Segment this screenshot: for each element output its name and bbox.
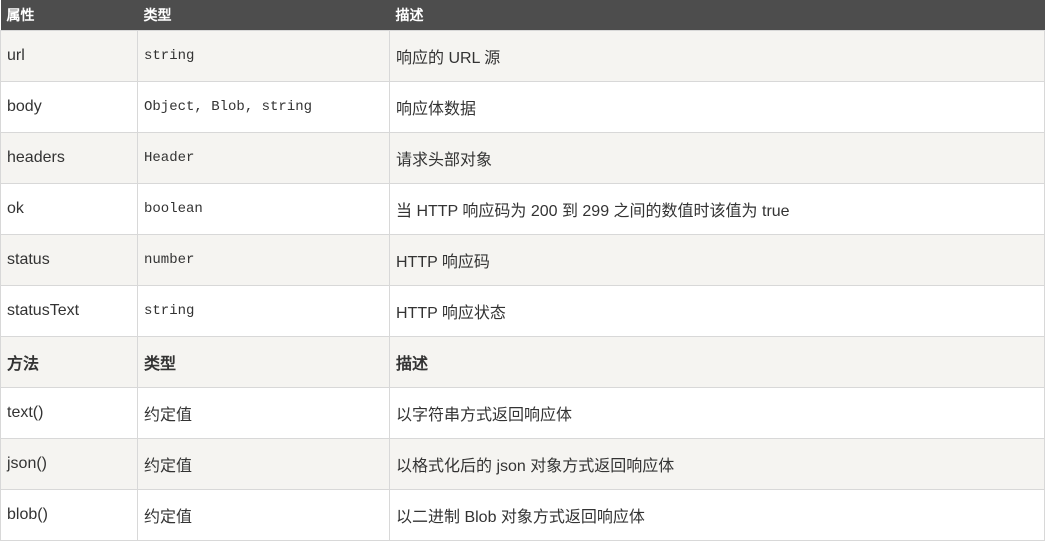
property-name: url — [0, 30, 138, 82]
table-row: blob() 约定值 以二进制 Blob 对象方式返回响应体 — [0, 489, 1045, 541]
header-description: 描述 — [389, 0, 1045, 31]
methods-header-row: 方法 类型 描述 — [0, 336, 1045, 388]
property-name: body — [0, 81, 138, 133]
table-row: status number HTTP 响应码 — [0, 234, 1045, 286]
method-description: 以二进制 Blob 对象方式返回响应体 — [389, 489, 1045, 541]
table-row: headers Header 请求头部对象 — [0, 132, 1045, 184]
property-name: status — [0, 234, 138, 286]
property-description: HTTP 响应码 — [389, 234, 1045, 286]
property-name: statusText — [0, 285, 138, 337]
method-name: json() — [0, 438, 138, 490]
table-row: statusText string HTTP 响应状态 — [0, 285, 1045, 337]
property-type: string — [137, 30, 390, 82]
property-type: boolean — [137, 183, 390, 235]
property-type: Object, Blob, string — [137, 81, 390, 133]
property-type: string — [137, 285, 390, 337]
table-row: url string 响应的 URL 源 — [0, 30, 1045, 82]
table-header-row: 属性 类型 描述 — [0, 0, 1045, 31]
property-name: ok — [0, 183, 138, 235]
method-name: blob() — [0, 489, 138, 541]
header-type: 类型 — [137, 0, 390, 31]
method-description: 以字符串方式返回响应体 — [389, 387, 1045, 439]
table-row: ok boolean 当 HTTP 响应码为 200 到 299 之间的数值时该… — [0, 183, 1045, 235]
response-api-table: 属性 类型 描述 url string 响应的 URL 源 body Objec… — [0, 0, 1045, 541]
method-type: 约定值 — [137, 438, 390, 490]
property-description: 响应的 URL 源 — [389, 30, 1045, 82]
property-type: Header — [137, 132, 390, 184]
property-description: 响应体数据 — [389, 81, 1045, 133]
property-name: headers — [0, 132, 138, 184]
property-description: 请求头部对象 — [389, 132, 1045, 184]
method-type: 约定值 — [137, 387, 390, 439]
method-type: 约定值 — [137, 489, 390, 541]
table-row: body Object, Blob, string 响应体数据 — [0, 81, 1045, 133]
header-method-description: 描述 — [389, 336, 1045, 388]
property-type: number — [137, 234, 390, 286]
header-method-type: 类型 — [137, 336, 390, 388]
method-description: 以格式化后的 json 对象方式返回响应体 — [389, 438, 1045, 490]
header-property: 属性 — [0, 0, 138, 31]
property-description: 当 HTTP 响应码为 200 到 299 之间的数值时该值为 true — [389, 183, 1045, 235]
method-name: text() — [0, 387, 138, 439]
property-description: HTTP 响应状态 — [389, 285, 1045, 337]
table-row: json() 约定值 以格式化后的 json 对象方式返回响应体 — [0, 438, 1045, 490]
table-row: text() 约定值 以字符串方式返回响应体 — [0, 387, 1045, 439]
header-method: 方法 — [0, 336, 138, 388]
